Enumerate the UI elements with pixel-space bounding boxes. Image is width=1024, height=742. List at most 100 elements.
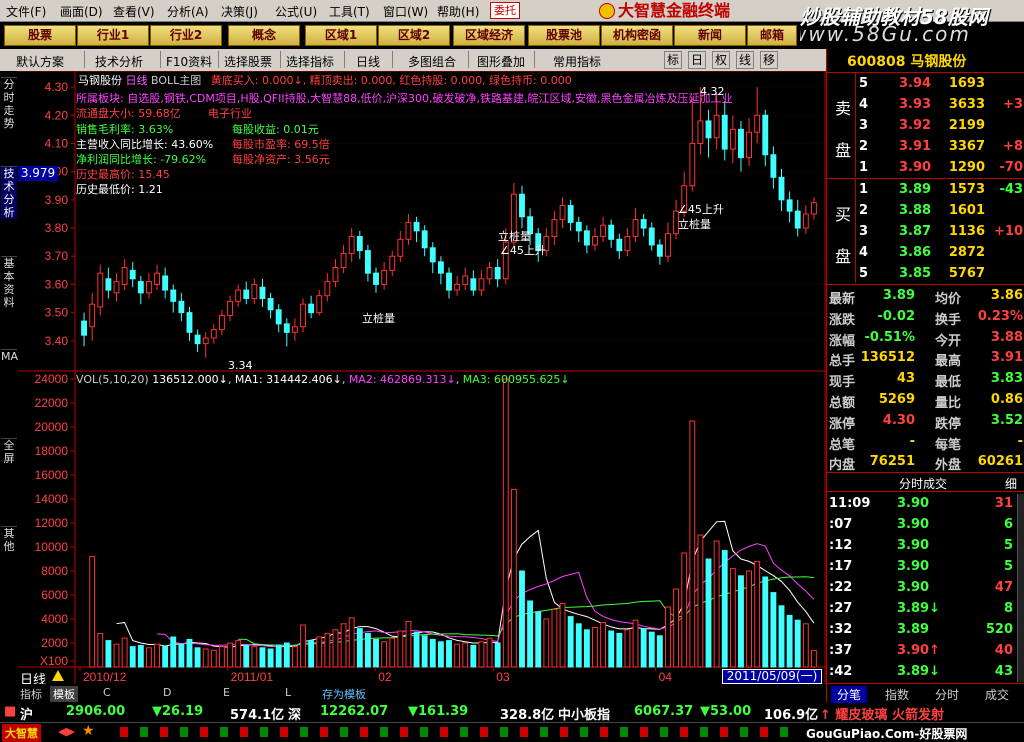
btn-industry2[interactable]: 行业2: [150, 25, 222, 46]
news-ticker[interactable]: ↑ 耀皮玻璃 火箭发射: [820, 704, 944, 723]
candle-body: [340, 252, 347, 269]
btn-industry1[interactable]: 行业1: [77, 25, 149, 46]
toggle-mark[interactable]: 标: [664, 51, 682, 69]
btn-regional-economy[interactable]: 区域经济: [453, 25, 525, 46]
candle-body: [624, 236, 631, 252]
tick-row: :07 3.90 6: [829, 517, 1013, 532]
tab-macd[interactable]: MACD: [1, 349, 34, 363]
volume-bar: [600, 622, 607, 668]
save-template-button[interactable]: 存为模板: [322, 686, 366, 702]
candle-body: [697, 120, 704, 144]
candle-body: [146, 281, 152, 294]
candle-body: [267, 298, 274, 311]
current-price-tag: 3.979: [18, 166, 58, 181]
tool-select-indicator[interactable]: 选择指标: [286, 53, 334, 70]
hist-high: 历史最高价: 15.45: [76, 168, 170, 181]
tab-template[interactable]: 模板: [50, 686, 78, 702]
volume-bar: [300, 624, 306, 668]
tab-l[interactable]: L: [285, 686, 291, 699]
vol-tick-11: 2000: [41, 636, 68, 650]
volume-bar: [689, 420, 696, 668]
tab-intraday[interactable]: 分时走势: [1, 77, 17, 130]
date-tick-2: 02: [378, 670, 392, 684]
volume-bar: [227, 642, 233, 668]
btn-news[interactable]: 新闻: [674, 25, 746, 46]
tab-technical[interactable]: 技术分析: [1, 166, 17, 219]
candle-body: [283, 323, 290, 333]
menu-tools[interactable]: 工具(T): [329, 3, 370, 20]
candle-body: [592, 236, 598, 246]
menu-help[interactable]: 帮助(H): [437, 3, 479, 20]
btn-institution-letter[interactable]: 机构密函: [601, 25, 673, 46]
tab-ticks[interactable]: 分笔: [831, 686, 868, 703]
candle-body: [300, 303, 306, 328]
tool-common-indicator[interactable]: 常用指标: [553, 53, 601, 70]
candle-body: [105, 278, 112, 291]
menu-view[interactable]: 查看(V): [113, 3, 155, 20]
tool-default-scheme[interactable]: 默认方案: [16, 53, 64, 70]
menu-file[interactable]: 文件(F): [6, 3, 46, 20]
candle-body: [689, 142, 696, 187]
status-bar: 大智慧 ◀▶ ★ GouGuPiao.Com-好股票网: [0, 722, 1024, 742]
price-tick-2: 4.10: [45, 136, 69, 150]
btn-mailbox[interactable]: 邮箱: [747, 25, 797, 46]
star-icon[interactable]: ★: [82, 723, 95, 739]
btn-stocks[interactable]: 股票: [4, 25, 76, 46]
volume-bar: [486, 637, 493, 668]
tab-other[interactable]: 其他: [1, 526, 17, 553]
tab-indicator[interactable]: 指标: [20, 686, 42, 702]
tool-select-stock[interactable]: 选择股票: [224, 53, 272, 70]
status-logo: 大智慧: [2, 724, 41, 742]
btn-stock-pool[interactable]: 股票池: [528, 25, 600, 46]
vol-tick-6: 12000: [35, 516, 69, 530]
vol-tick-1: 22000: [35, 396, 69, 410]
sector-tag: 电子行业: [208, 107, 252, 120]
tool-f10[interactable]: F10资料: [166, 53, 212, 70]
menu-analysis[interactable]: 分析(A): [167, 3, 209, 20]
btn-region2[interactable]: 区域2: [378, 25, 450, 46]
tab-d[interactable]: D: [163, 686, 171, 699]
price-tick-6: 3.70: [45, 249, 69, 263]
menu-formula[interactable]: 公式(U): [275, 3, 317, 20]
toggle-line[interactable]: 线: [736, 51, 754, 69]
candle-body: [202, 337, 209, 345]
ticks-header: 分时成交 细: [899, 475, 1018, 492]
chart-toolbar: 默认方案 技术分析 F10资料 选择股票 选择指标 日线 多图组合 图形叠加 常…: [0, 49, 826, 71]
tab-intraday-panel[interactable]: 分时: [935, 686, 959, 703]
ticks-detail-toggle[interactable]: 细: [1005, 475, 1017, 492]
toggle-move[interactable]: 移: [760, 51, 778, 69]
toggle-day[interactable]: 日: [688, 51, 706, 69]
menu-window[interactable]: 窗口(W): [383, 3, 428, 20]
volume-bar: [218, 646, 225, 668]
tab-c[interactable]: C: [103, 686, 111, 699]
tab-fundamentals[interactable]: 基本资料: [1, 256, 17, 309]
tab-fullscreen[interactable]: 全屏: [1, 438, 17, 465]
tool-period-day[interactable]: 日线: [356, 53, 380, 70]
tool-multi-chart[interactable]: 多图组合: [408, 53, 456, 70]
tab-e[interactable]: E: [223, 686, 230, 699]
sector-line: 所属板块: 自选股,钢铁,CDM项目,H股,QFII持股,大智慧88,低价,沪深…: [76, 92, 733, 105]
net-asset: 每股净资产: 3.56元: [232, 153, 330, 166]
volume-bar: [519, 570, 525, 668]
tool-overlay[interactable]: 图形叠加: [477, 53, 525, 70]
volume-bar: [243, 644, 250, 668]
menu-decision[interactable]: 决策(J): [221, 3, 258, 20]
candle-body: [762, 114, 769, 156]
menu-screen[interactable]: 画面(D): [60, 3, 103, 20]
candle-body: [746, 131, 752, 159]
toggle-rights[interactable]: 权: [712, 51, 730, 69]
date-tick-3: 03: [496, 670, 510, 684]
btn-region1[interactable]: 区域1: [305, 25, 377, 46]
site-watermark: GouGuPiao.Com-好股票网: [806, 727, 968, 741]
btn-concept[interactable]: 概念: [228, 25, 300, 46]
tick-row: :32 3.89 520: [829, 622, 1013, 637]
volume-bar: [389, 637, 396, 668]
candle-body: [194, 334, 201, 345]
tab-index[interactable]: 指数: [885, 686, 909, 703]
tab-trades[interactable]: 成交: [985, 686, 1009, 703]
entrust-button[interactable]: 委托: [490, 2, 520, 19]
back-icon[interactable]: ◀▶: [58, 725, 75, 738]
app-title: 大智慧金融终端: [618, 1, 731, 20]
tool-tech-analysis[interactable]: 技术分析: [95, 53, 143, 70]
volume-bar: [575, 623, 582, 668]
